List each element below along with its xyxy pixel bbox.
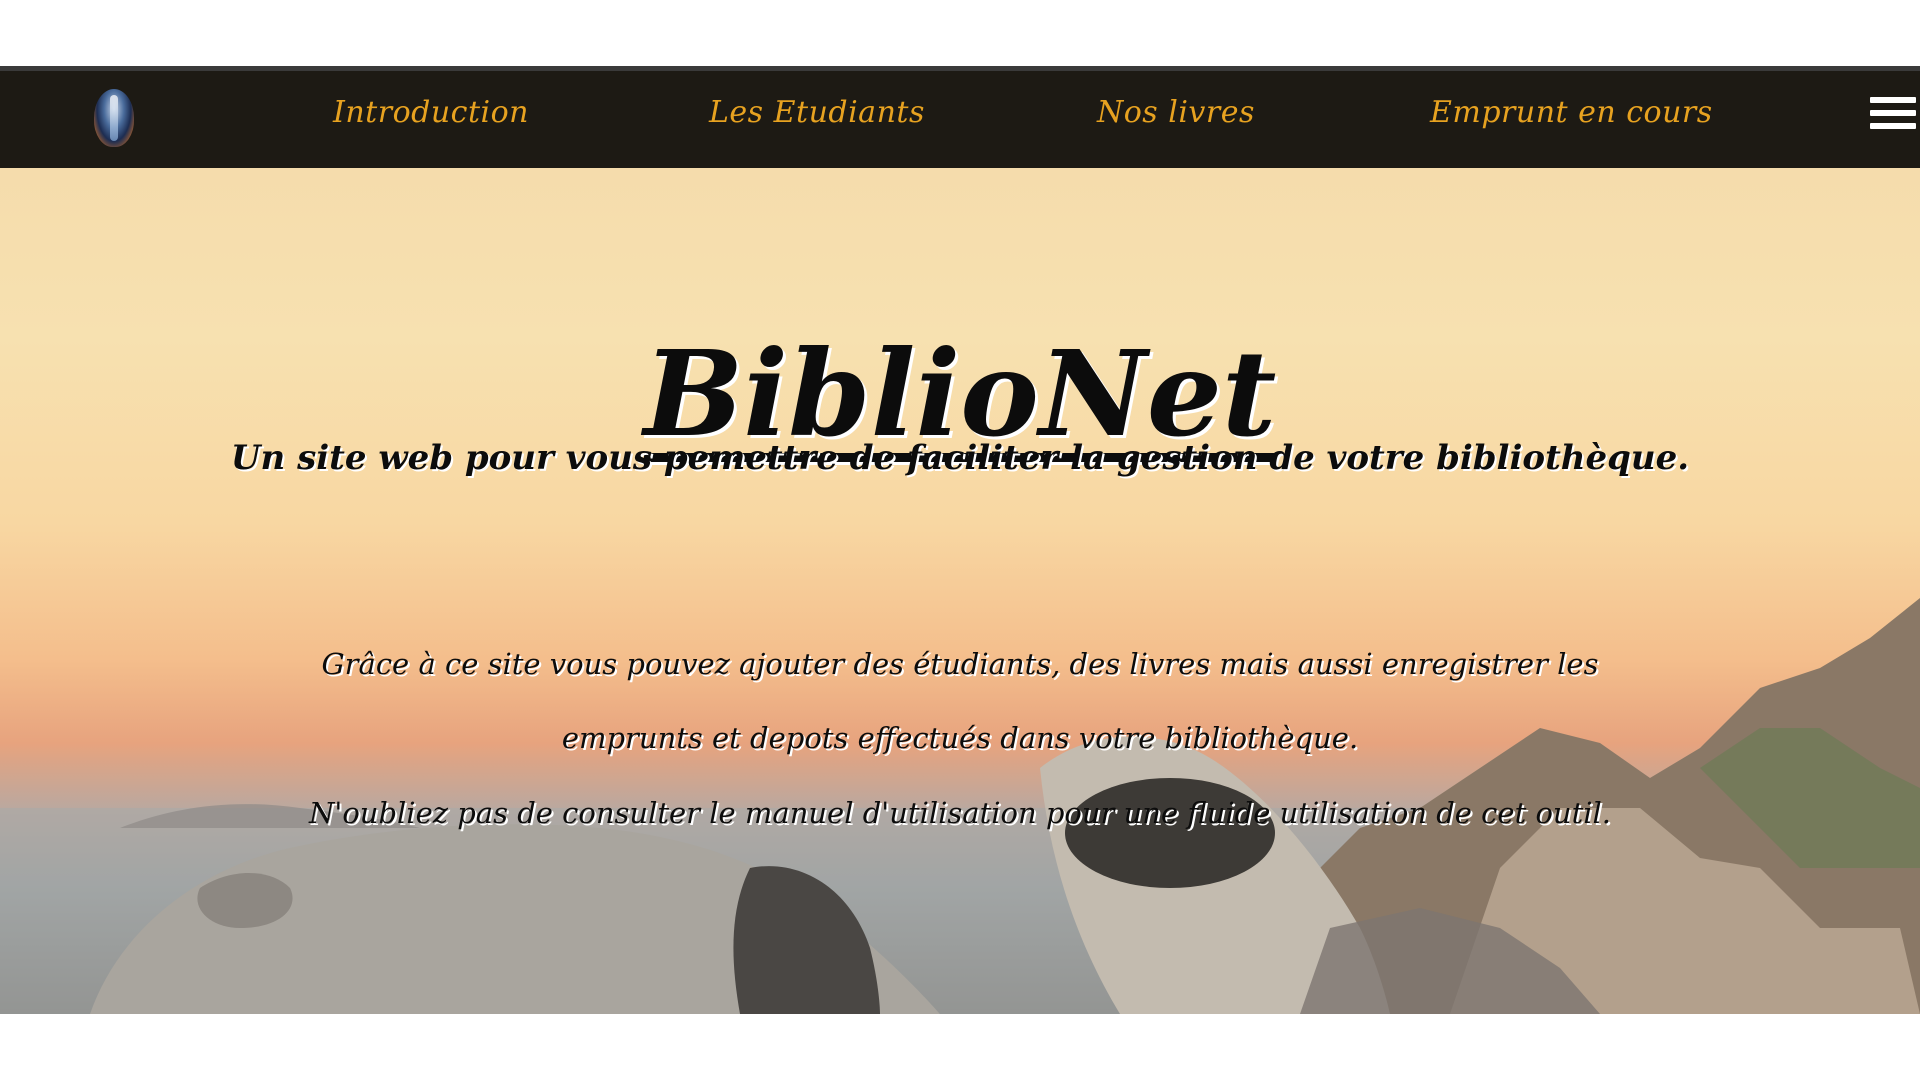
nav-link-nos-livres[interactable]: Nos livres	[1097, 95, 1255, 130]
nav-link-introduction[interactable]: Introduction	[333, 95, 529, 130]
nav-link-les-etudiants[interactable]: Les Etudiants	[709, 95, 925, 130]
hamburger-bar	[1870, 110, 1916, 116]
hero-paragraph-line-1: Grâce à ce site vous pouvez ajouter des …	[321, 647, 1599, 681]
hero-subtitle: Un site web pour vous pemettre de facili…	[230, 438, 1690, 478]
hamburger-bar	[1870, 123, 1916, 129]
hero-paragraph-line-2: emprunts et depots effectués dans votre …	[561, 721, 1359, 755]
biblionet-logo-icon[interactable]	[94, 89, 134, 147]
hamburger-bar	[1870, 97, 1916, 103]
navbar: Introduction Les Etudiants Nos livres Em…	[0, 66, 1920, 168]
page-top-margin	[0, 0, 1920, 66]
hero-paragraph-line-3: N'oubliez pas de consulter le manuel d'u…	[308, 796, 1611, 830]
nav-link-emprunt-en-cours[interactable]: Emprunt en cours	[1430, 95, 1713, 130]
hamburger-menu-icon[interactable]	[1870, 97, 1916, 133]
hero-content: BiblioNet Un site web pour vous pemettre…	[0, 168, 1920, 1014]
hero-section: BiblioNet Un site web pour vous pemettre…	[0, 168, 1920, 1014]
